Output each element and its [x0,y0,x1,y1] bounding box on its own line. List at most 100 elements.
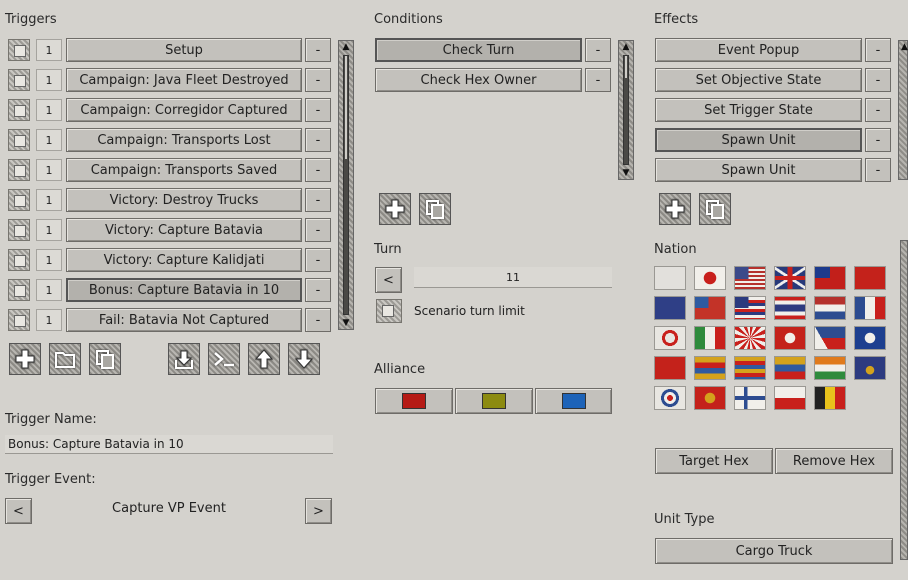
scroll-up-arrow-icon[interactable]: ▲ [621,41,631,53]
flag-eagle-icon[interactable] [694,386,726,410]
trigger-enable-checkbox[interactable] [8,219,30,241]
remove-effect-button[interactable]: - [865,158,891,182]
remove-hex-button[interactable]: Remove Hex [775,448,893,474]
trigger-count-field[interactable]: 1 [36,279,62,301]
remove-condition-button[interactable]: - [585,38,611,62]
trigger-item[interactable]: Fail: Batavia Not Captured [66,308,302,332]
flag-india-icon[interactable] [814,356,846,380]
trigger-item[interactable]: Victory: Capture Batavia [66,218,302,242]
effect-item[interactable]: Set Trigger State [655,98,862,122]
turn-prev-button[interactable]: < [375,267,402,293]
trigger-enable-checkbox[interactable] [8,309,30,331]
trigger-count-field[interactable]: 1 [36,309,62,331]
scroll-down-arrow-icon[interactable]: ▼ [621,167,631,179]
trigger-item[interactable]: Setup [66,38,302,62]
trigger-enable-checkbox[interactable] [8,189,30,211]
trigger-count-field[interactable]: 1 [36,39,62,61]
trigger-enable-checkbox[interactable] [8,159,30,181]
alliance-blue-button[interactable] [535,388,612,414]
copy-condition-button[interactable] [419,193,451,225]
scroll-down-arrow-icon[interactable]: ▼ [341,317,351,329]
effects-scrollbar[interactable]: ▲ [898,40,908,180]
copy-trigger-button[interactable] [89,343,121,375]
flag-ussr-icon[interactable] [854,266,886,290]
trigger-enable-checkbox[interactable] [8,99,30,121]
trigger-item[interactable]: Campaign: Transports Lost [66,128,302,152]
flag-taiwan-icon[interactable] [814,266,846,290]
effect-item[interactable]: Spawn Unit [655,158,862,182]
console-button[interactable] [208,343,240,375]
add-effect-button[interactable] [659,193,691,225]
alliance-red-button[interactable] [375,388,453,414]
flag-hawaii-icon[interactable] [734,296,766,320]
flag-nepal-icon[interactable] [854,356,886,380]
condition-item[interactable]: Check Turn [375,38,582,62]
trigger-enable-checkbox[interactable] [8,279,30,301]
scroll-up-arrow-icon[interactable]: ▲ [341,41,351,53]
remove-effect-button[interactable]: - [865,68,891,92]
remove-effect-button[interactable]: - [865,38,891,62]
flag-philippines-icon[interactable] [814,326,846,350]
effect-item[interactable]: Spawn Unit [655,128,862,152]
remove-trigger-button[interactable]: - [305,158,331,182]
flag-finland-icon[interactable] [734,386,766,410]
trigger-count-field[interactable]: 1 [36,159,62,181]
flag-thailand-icon[interactable] [774,296,806,320]
move-down-button[interactable] [288,343,320,375]
flag-france-icon[interactable] [854,296,886,320]
trigger-count-field[interactable]: 1 [36,129,62,151]
trigger-event-prev-button[interactable]: < [5,498,32,524]
scroll-thumb[interactable] [345,56,347,160]
scroll-thumb[interactable] [625,56,627,78]
flag-siam-target-icon[interactable] [654,326,686,350]
flag-roundel-icon[interactable] [654,386,686,410]
flag-stripes-2-icon[interactable] [734,356,766,380]
remove-effect-button[interactable]: - [865,98,891,122]
import-button[interactable] [168,343,200,375]
copy-effect-button[interactable] [699,193,731,225]
remove-trigger-button[interactable]: - [305,248,331,272]
flag-rising-sun-icon[interactable] [734,326,766,350]
flag-japan-icon[interactable] [694,266,726,290]
trigger-count-field[interactable]: 1 [36,249,62,271]
effect-item[interactable]: Set Objective State [655,68,862,92]
conditions-scrollbar[interactable]: ▲ ▼ [618,40,634,180]
add-trigger-button[interactable] [9,343,41,375]
scroll-up-arrow-icon[interactable]: ▲ [901,41,908,53]
flag-blue-star-icon[interactable] [854,326,886,350]
trigger-event-next-button[interactable]: > [305,498,332,524]
flag-blank-icon[interactable] [654,266,686,290]
remove-trigger-button[interactable]: - [305,68,331,92]
turn-input[interactable]: 11 [414,267,612,288]
trigger-item[interactable]: Victory: Destroy Trucks [66,188,302,212]
trigger-item[interactable]: Campaign: Java Fleet Destroyed [66,68,302,92]
trigger-enable-checkbox[interactable] [8,249,30,271]
condition-item[interactable]: Check Hex Owner [375,68,582,92]
trigger-item[interactable]: Victory: Capture Kalidjati [66,248,302,272]
nation-scrollbar[interactable] [900,240,908,560]
scenario-turn-limit-checkbox[interactable] [376,299,402,323]
trigger-enable-checkbox[interactable] [8,69,30,91]
flag-netherlands-icon[interactable] [814,296,846,320]
trigger-enable-checkbox[interactable] [8,129,30,151]
flag-italy-icon[interactable] [694,326,726,350]
remove-trigger-button[interactable]: - [305,218,331,242]
remove-trigger-button[interactable]: - [305,38,331,62]
remove-trigger-button[interactable]: - [305,128,331,152]
flag-stripes-1-icon[interactable] [694,356,726,380]
flag-belgium-icon[interactable] [814,386,846,410]
trigger-item[interactable]: Campaign: Transports Saved [66,158,302,182]
remove-trigger-button[interactable]: - [305,278,331,302]
flag-australia-icon[interactable] [654,296,686,320]
remove-effect-button[interactable]: - [865,128,891,152]
unit-type-select[interactable]: Cargo Truck [655,538,893,564]
trigger-count-field[interactable]: 1 [36,69,62,91]
flag-usa-icon[interactable] [734,266,766,290]
remove-trigger-button[interactable]: - [305,188,331,212]
remove-trigger-button[interactable]: - [305,308,331,332]
flag-uk-icon[interactable] [774,266,806,290]
target-hex-button[interactable]: Target Hex [655,448,773,474]
trigger-count-field[interactable]: 1 [36,99,62,121]
effect-item[interactable]: Event Popup [655,38,862,62]
trigger-count-field[interactable]: 1 [36,219,62,241]
